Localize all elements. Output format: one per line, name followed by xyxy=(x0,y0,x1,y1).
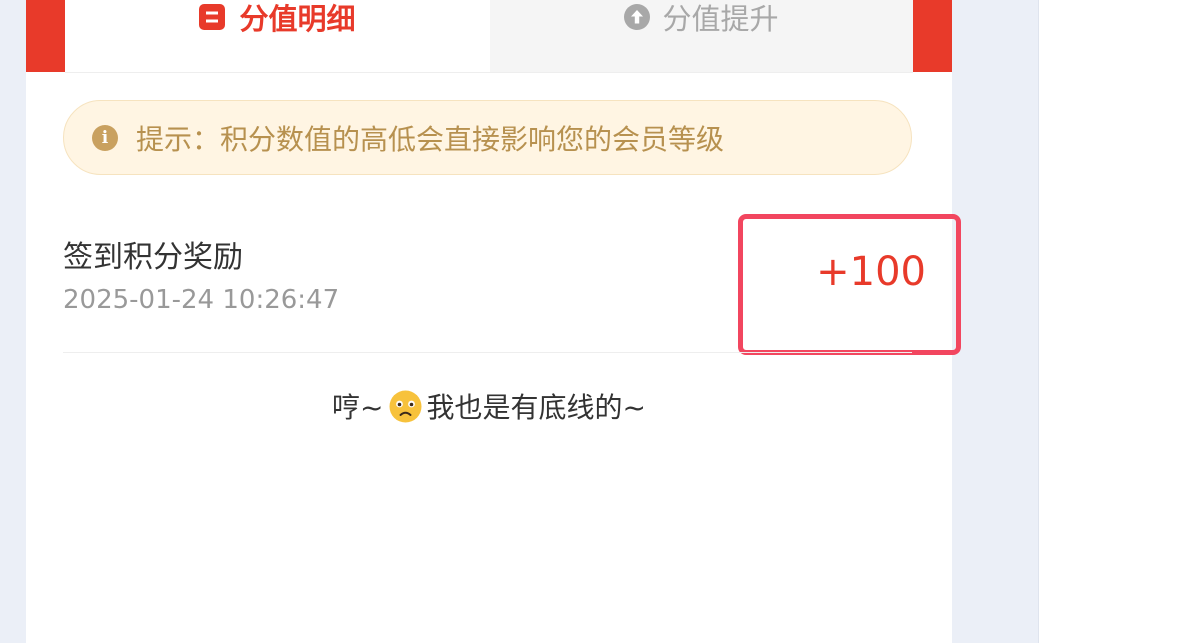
tab-divider xyxy=(65,72,913,73)
record-divider xyxy=(63,352,912,353)
tab-points-detail-label: 分值明细 xyxy=(239,2,356,36)
record-title: 签到积分奖励 xyxy=(63,240,243,275)
record-amount: +100 xyxy=(816,249,926,295)
tab-points-detail[interactable]: 分值明细 xyxy=(65,0,490,72)
tip-text: 提示：积分数值的高低会直接影响您的会员等级 xyxy=(136,122,725,156)
info-icon: i xyxy=(92,124,118,151)
highlight-box: +100 xyxy=(738,214,961,355)
right-side-panel xyxy=(1038,0,1185,643)
arrow-up-circle-icon xyxy=(624,4,651,30)
points-card: 分值明细 分值提升 i 提示：积分数值的高低会直接影响您的会员等级 签到积分奖励… xyxy=(26,0,961,643)
record-time: 2025-01-24 10:26:47 xyxy=(63,285,340,315)
frowning-face-icon xyxy=(389,390,421,422)
tab-points-boost-label: 分值提升 xyxy=(662,2,779,36)
end-message-suffix: 我也是有底线的~ xyxy=(426,391,646,424)
list-icon xyxy=(199,4,226,30)
end-message-prefix: 哼~ xyxy=(332,391,384,424)
tip-banner: i 提示：积分数值的高低会直接影响您的会员等级 xyxy=(63,100,912,175)
tab-bar: 分值明细 分值提升 xyxy=(26,0,952,72)
end-of-list-message: 哼~ 我也是有底线的~ xyxy=(26,386,952,426)
tab-points-boost[interactable]: 分值提升 xyxy=(490,0,913,72)
